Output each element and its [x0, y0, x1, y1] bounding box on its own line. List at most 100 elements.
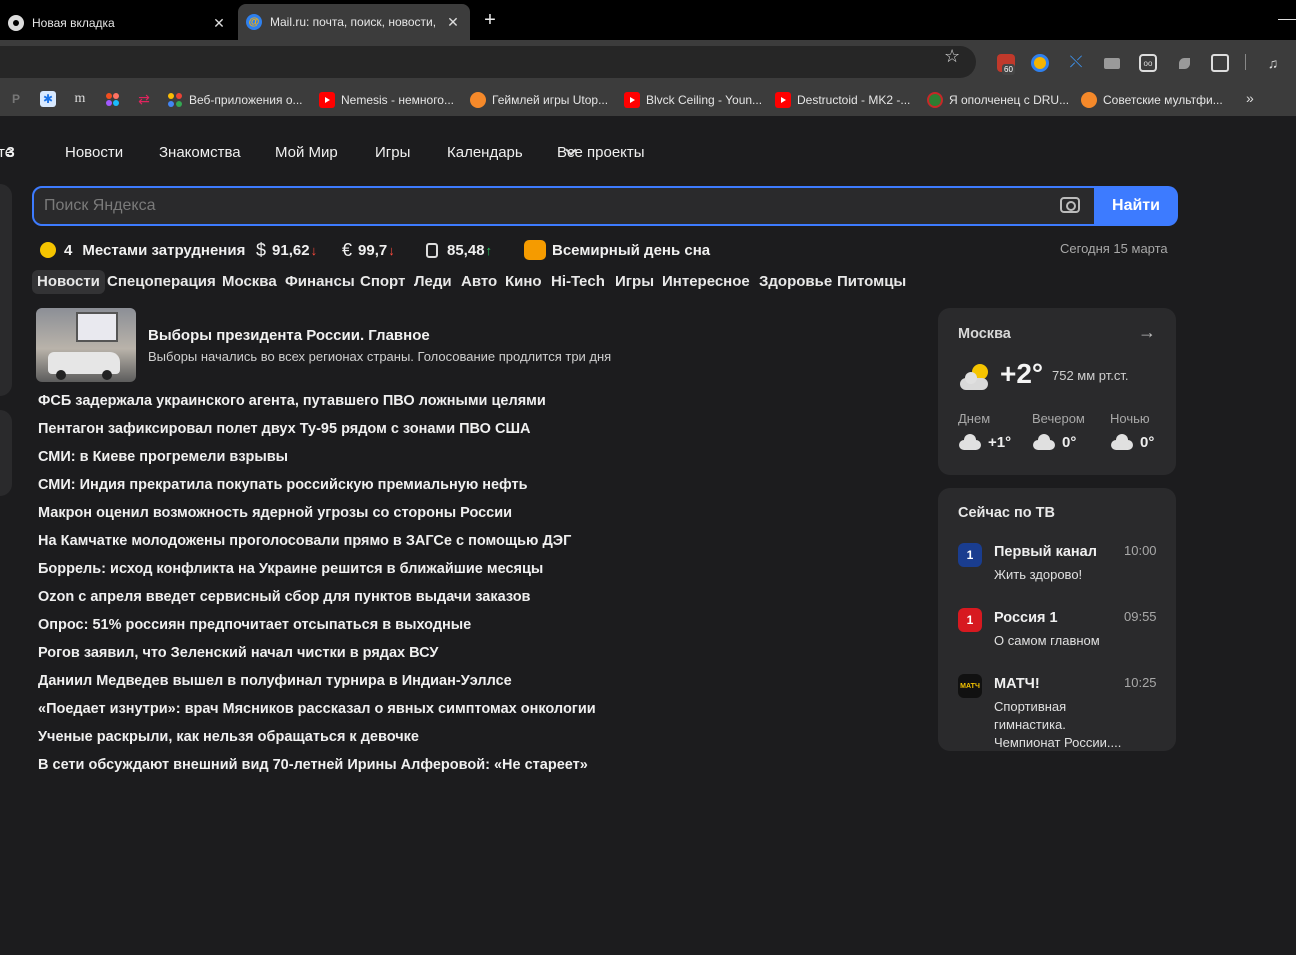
lead-news-subtitle: Выборы начались во всех регионах страны.… [148, 349, 612, 364]
bookmark-item[interactable]: Nemesis - немного... [319, 84, 454, 116]
bookmark-item[interactable]: Веб-приложения о... [167, 84, 303, 116]
nav-item-my-world[interactable]: Мой Мир [275, 144, 338, 161]
bookmark-item[interactable]: Blvck Ceiling - Youn... [624, 84, 762, 116]
category-tab[interactable]: Спецоперация [107, 270, 216, 294]
traffic-score: 4 [64, 241, 73, 259]
news-item[interactable]: СМИ: в Киеве прогремели взрывы [38, 449, 288, 465]
category-tab[interactable]: Здоровье [759, 270, 832, 294]
category-tab[interactable]: Новости [32, 270, 105, 294]
tv-widget: Сейчас по ТВ 1 Первый канал 10:00 Жить з… [938, 488, 1176, 751]
category-tab[interactable]: Москва [222, 270, 277, 294]
minimize-icon[interactable] [1278, 19, 1296, 20]
bookmark-item[interactable]: Destructoid - MK2 -... [775, 84, 910, 116]
channel-name[interactable]: Первый канал [994, 544, 1097, 560]
news-item[interactable]: Опрос: 51% россиян предпочитает отсыпать… [38, 617, 471, 633]
nav-item-games[interactable]: Игры [375, 144, 410, 161]
apps-icon [167, 92, 183, 108]
orange-game-icon [470, 92, 486, 108]
category-tab[interactable]: Кино [505, 270, 542, 294]
browser-toolbar: ☆ [0, 40, 1296, 84]
channel-name[interactable]: Россия 1 [994, 610, 1058, 626]
bookmark-item[interactable]: Я ополченец с DRU... [927, 84, 1069, 116]
news-item[interactable]: Боррель: исход конфликта на Украине реши… [38, 561, 543, 577]
news-item[interactable]: Пентагон зафиксировал полет двух Ту-95 р… [38, 421, 530, 437]
traffic-text: Местами затруднения [82, 241, 246, 259]
sync-icon[interactable]: ⇄ [136, 91, 152, 107]
current-temperature: +2° [1000, 358, 1044, 389]
category-tab[interactable]: Спорт [360, 270, 405, 294]
search-button[interactable]: Найти [1094, 186, 1178, 226]
category-tab[interactable]: Финансы [285, 270, 355, 294]
nav-item-dating[interactable]: Знакомства [159, 144, 241, 161]
news-item[interactable]: Рогов заявил, что Зеленский начал чистки… [38, 645, 438, 661]
category-tab[interactable]: Леди [414, 270, 452, 294]
arrow-right-icon[interactable]: → [1138, 322, 1156, 343]
tab-new[interactable]: Новая вкладка ✕ [0, 6, 236, 40]
category-tab[interactable]: Интересное [662, 270, 750, 294]
news-item[interactable]: В сети обсуждают внешний вид 70-летней И… [38, 757, 588, 773]
category-tab[interactable]: Питомцы [837, 270, 906, 294]
program-title[interactable]: Спортивная гимнастика. Чемпионат России.… [994, 698, 1134, 752]
extension-badge: 60 [1002, 64, 1015, 75]
snowflake-icon[interactable]: ✱ [40, 91, 56, 107]
extensions-puzzle-icon[interactable] [1211, 54, 1229, 72]
channel-name[interactable]: МАТЧ! [994, 676, 1040, 692]
period-label: Ночью [1110, 411, 1150, 426]
extension-leaf-icon[interactable] [1175, 54, 1193, 72]
news-item[interactable]: «Поедает изнутри»: врач Мясников рассказ… [38, 701, 596, 717]
extension-ring-icon[interactable] [1031, 54, 1049, 72]
program-title[interactable]: О самом главном [994, 632, 1134, 650]
more-bookmarks-icon[interactable]: » [1246, 90, 1254, 106]
nav-item-cut[interactable]: те 3 [0, 144, 15, 161]
bookmark-m[interactable]: m [72, 91, 88, 107]
usd-rate[interactable]: $ 91,62 ↓ [256, 240, 317, 260]
nav-item-all-projects[interactable]: Все проекты [557, 144, 645, 161]
close-tab-icon[interactable]: ✕ [442, 14, 464, 31]
mail-icon[interactable] [1103, 54, 1121, 72]
extension-eyes-icon[interactable]: oo [1139, 54, 1157, 72]
match-logo-icon: МАТЧ [958, 674, 982, 698]
weather-city: Москва [958, 326, 1011, 342]
bookmark-p[interactable]: P [8, 91, 24, 107]
orange-cartoon-icon [1081, 92, 1097, 108]
pressure: 752 мм рт.ст. [1052, 368, 1129, 383]
tab-mailru[interactable]: @ Mail.ru: почта, поиск, новости, ✕ [238, 4, 470, 40]
category-tab[interactable]: Игры [615, 270, 654, 294]
figma-icon[interactable] [104, 91, 120, 107]
news-item[interactable]: ФСБ задержала украинского агента, путавш… [38, 393, 546, 409]
search-input[interactable] [44, 194, 1044, 218]
bookmark-star-icon[interactable]: ☆ [944, 46, 960, 67]
news-item[interactable]: СМИ: Индия прекратила покупать российску… [38, 477, 528, 493]
close-tab-icon[interactable]: ✕ [208, 15, 230, 32]
new-tab-button[interactable]: + [478, 8, 502, 32]
news-item[interactable]: Даниил Медведев вышел в полуфинал турнир… [38, 673, 512, 689]
eur-rate[interactable]: € 99,7 ↓ [342, 240, 395, 260]
oil-value: 85,48 [447, 241, 485, 259]
tv-title[interactable]: Сейчас по ТВ [958, 505, 1055, 521]
arrow-up-icon: ↑ [485, 242, 493, 258]
news-item[interactable]: Ozon с апреля введет сервисный сбор для … [38, 589, 530, 605]
lead-news-title[interactable]: Выборы президента России. Главное [148, 327, 430, 344]
news-item[interactable]: На Камчатке молодожены проголосовали пря… [38, 533, 571, 549]
media-queue-icon[interactable]: ♫ [1264, 54, 1282, 72]
toolbar-divider [1245, 54, 1246, 70]
news-item[interactable]: Макрон оценил возможность ядерной угрозы… [38, 505, 512, 521]
lead-news-image[interactable] [36, 308, 136, 382]
bookmark-label: Советские мультфи... [1103, 93, 1223, 107]
news-item[interactable]: Ученые раскрыли, как нельзя обращаться к… [38, 729, 419, 745]
address-bar[interactable] [0, 46, 976, 78]
program-title[interactable]: Жить здорово! [994, 566, 1134, 584]
traffic-widget[interactable]: 4 Местами затруднения [40, 240, 245, 260]
nav-item-calendar[interactable]: Календарь [447, 144, 523, 161]
nav-item-news[interactable]: Новости [65, 144, 123, 161]
extension-bird-icon[interactable]: ⤬ [1067, 54, 1085, 72]
camera-icon[interactable] [1060, 197, 1080, 213]
bookmark-item[interactable]: Советские мультфи... [1081, 84, 1223, 116]
holiday-widget[interactable]: Всемирный день сна [524, 240, 710, 260]
category-tab[interactable]: Hi-Tech [551, 270, 605, 294]
weather-widget[interactable]: Москва → +2° 752 мм рт.ст. Днем Вечером … [938, 308, 1176, 475]
category-tab[interactable]: Авто [461, 270, 497, 294]
bookmark-item[interactable]: Геймлей игры Utop... [470, 84, 608, 116]
period-label: Вечером [1032, 411, 1085, 426]
oil-rate[interactable]: 85,48 ↑ [426, 240, 492, 260]
